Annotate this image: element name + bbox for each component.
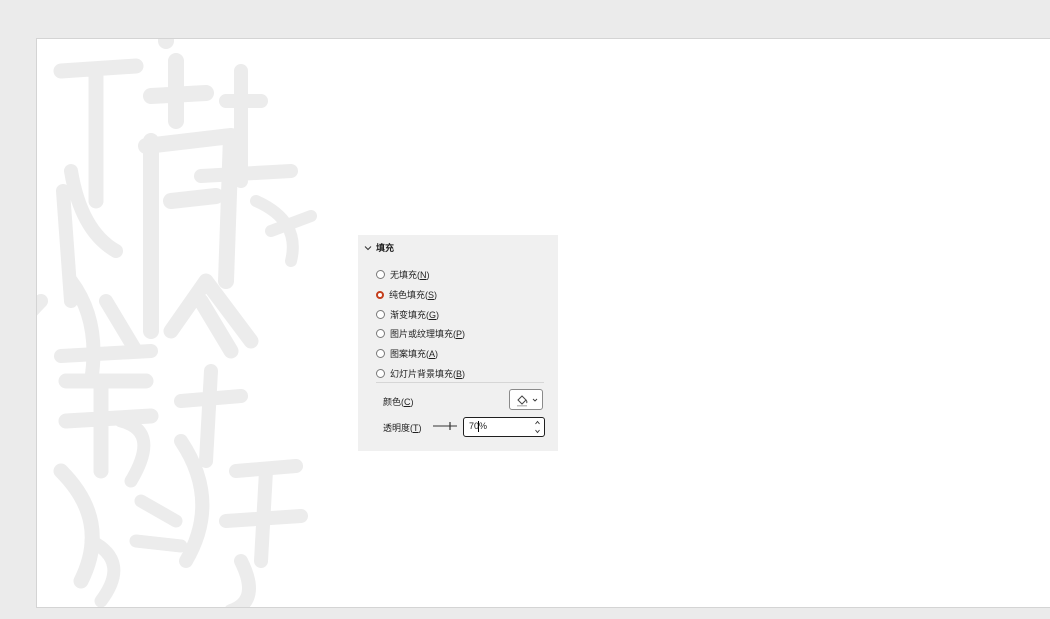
color-label: 颜色(C) (383, 397, 414, 407)
radio-button[interactable] (376, 349, 385, 359)
option-solid-fill[interactable]: 纯色填充(S) (376, 285, 465, 305)
fill-section-header[interactable]: 填充 (364, 241, 394, 254)
option-slide-background-fill[interactable]: 幻灯片背景填充(B) (376, 363, 465, 383)
divider (376, 382, 544, 383)
chevron-down-icon (532, 398, 537, 402)
paint-bucket-icon (516, 394, 527, 406)
section-title: 填充 (376, 243, 395, 253)
transparency-input[interactable]: 70% (463, 417, 545, 437)
radio-button[interactable] (376, 329, 385, 339)
transparency-slider[interactable] (433, 420, 457, 432)
option-label: 渐变填充(G) (390, 309, 440, 320)
option-pattern-fill[interactable]: 图案填充(A) (376, 344, 465, 364)
chevron-down-icon (364, 245, 372, 250)
spin-arrows-icon[interactable] (534, 419, 541, 435)
radio-button[interactable] (376, 368, 385, 378)
format-fill-panel: 填充 无填充(N) 纯色填充(S) 渐变填充(G) 图片或纹理填充(P) 图案填… (358, 235, 558, 451)
option-no-fill[interactable]: 无填充(N) (376, 265, 465, 285)
option-label: 幻灯片背景填充(B) (390, 368, 466, 379)
radio-button[interactable] (376, 309, 385, 319)
option-label: 图案填充(A) (390, 349, 439, 360)
option-label: 图片或纹理填充(P) (390, 329, 466, 340)
radio-button-selected[interactable] (376, 290, 384, 299)
text-cursor (478, 421, 479, 432)
fill-options: 无填充(N) 纯色填充(S) 渐变填充(G) 图片或纹理填充(P) 图案填充(A… (376, 265, 465, 383)
option-picture-texture-fill[interactable]: 图片或纹理填充(P) (376, 324, 465, 344)
option-gradient-fill[interactable]: 渐变填充(G) (376, 304, 465, 324)
option-label: 纯色填充(S) (389, 290, 438, 301)
fill-color-button[interactable] (509, 389, 543, 410)
calligraphy-background (37, 39, 317, 607)
transparency-label: 透明度(T) (383, 423, 422, 433)
option-label: 无填充(N) (390, 270, 430, 281)
radio-button[interactable] (376, 270, 385, 280)
